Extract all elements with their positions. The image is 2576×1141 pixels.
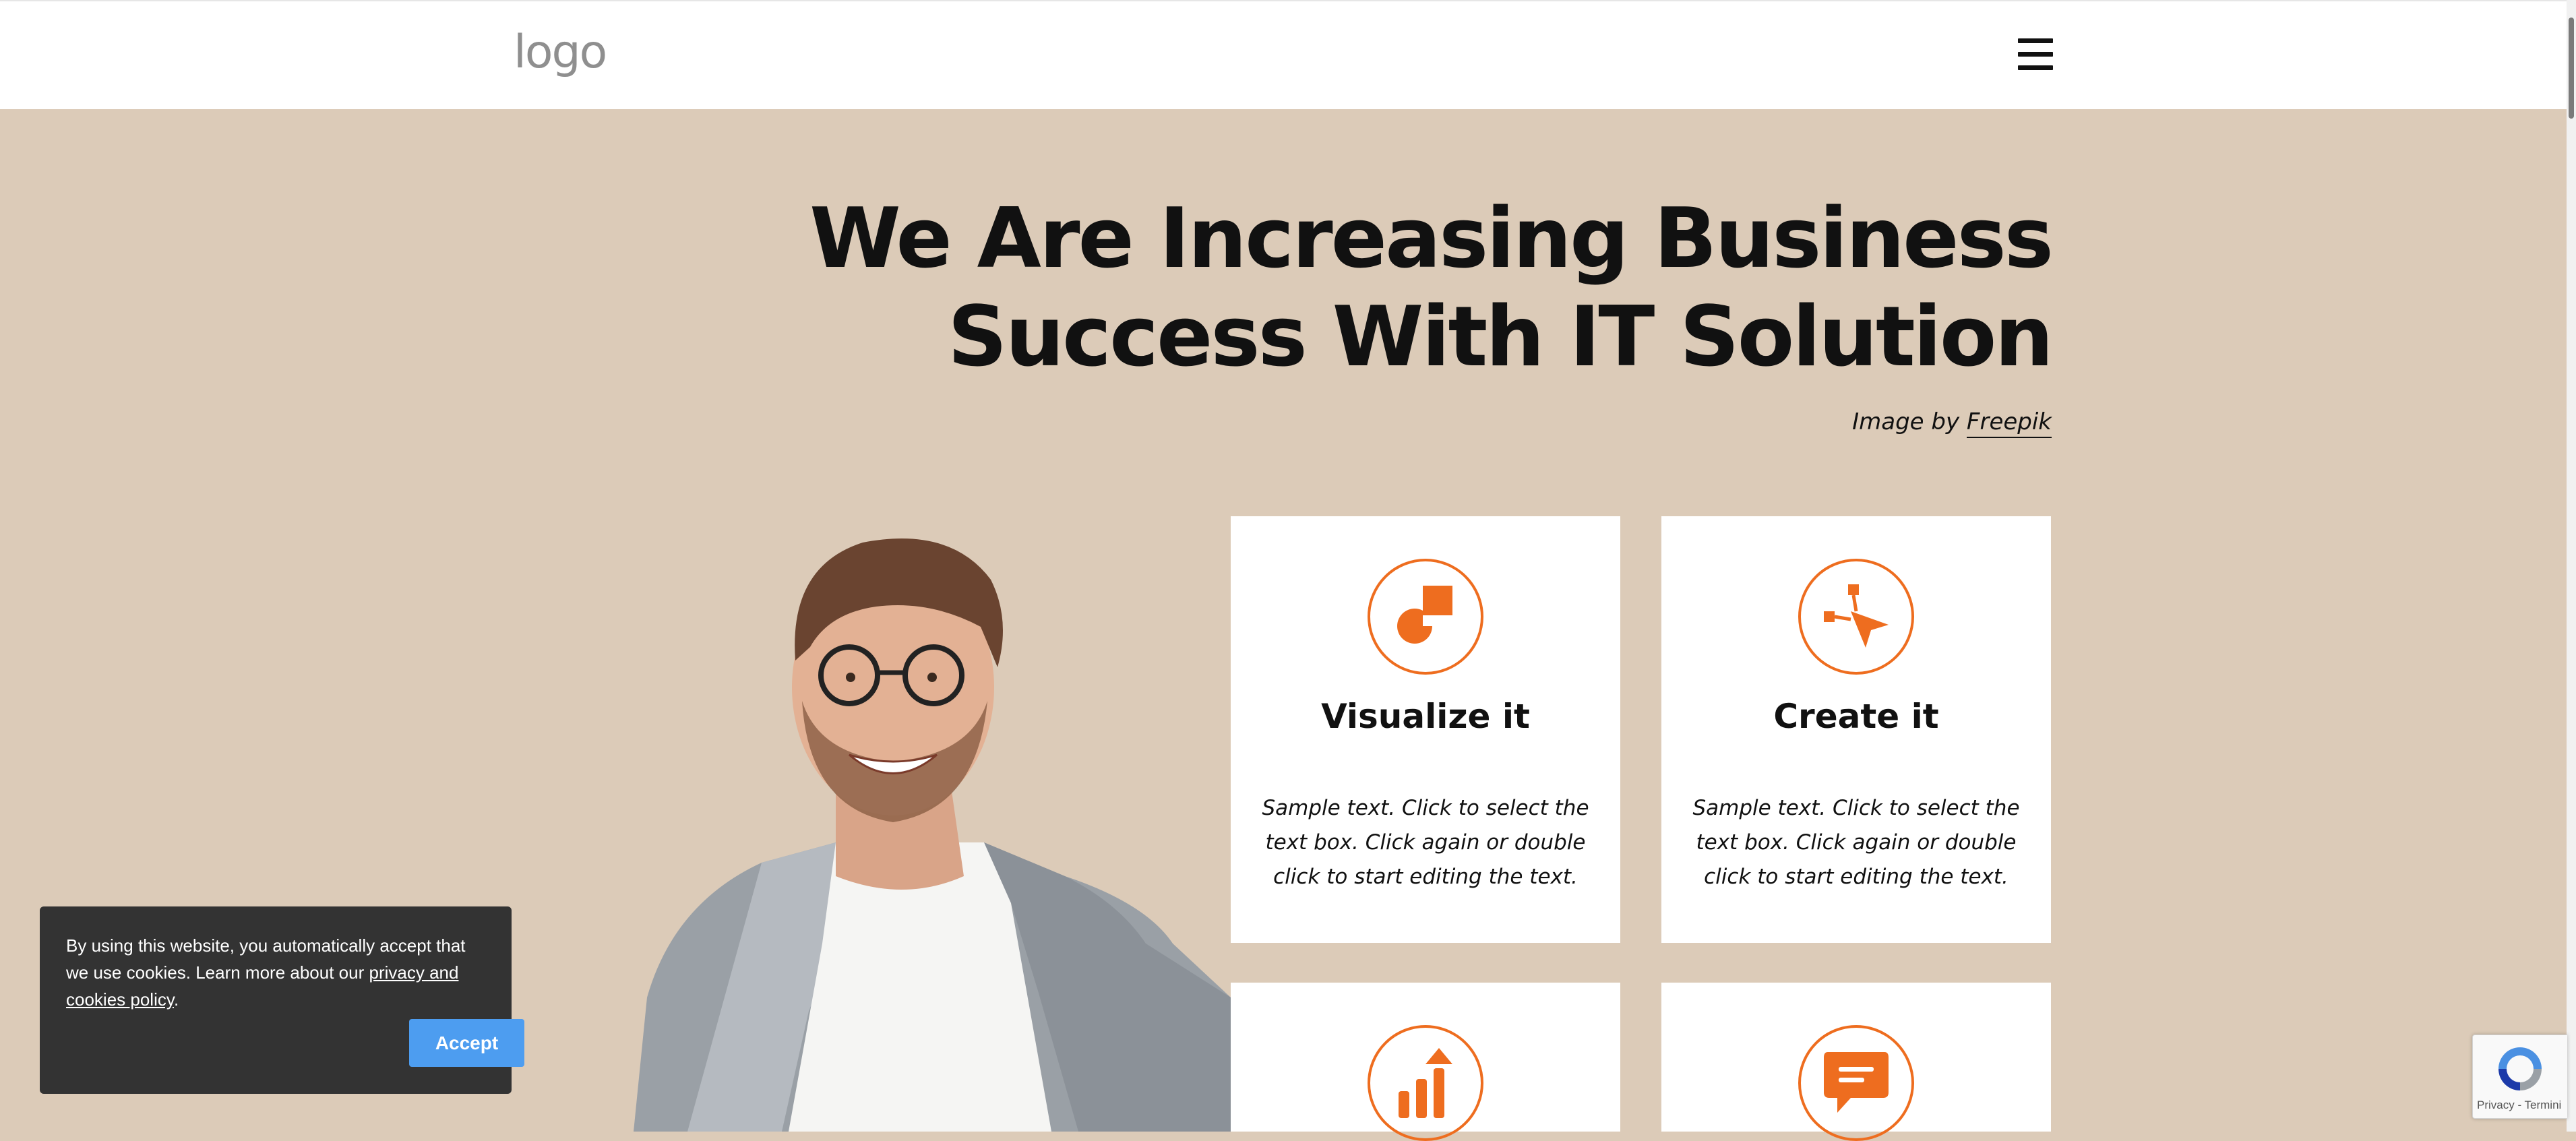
card-title: Visualize it	[1321, 697, 1530, 736]
vector-pointer-icon	[1798, 559, 1914, 675]
hero-title-line2: Success With IT Solution	[948, 289, 2054, 386]
shapes-icon	[1368, 559, 1483, 675]
accept-cookies-button[interactable]: Accept	[409, 1019, 524, 1067]
smiling-man-photo	[634, 538, 1231, 1132]
recaptcha-footer-text[interactable]: Privacy - Termini	[2477, 1099, 2561, 1112]
cookie-consent-banner: By using this website, you automatically…	[40, 906, 524, 1094]
hamburger-menu-icon[interactable]	[2018, 38, 2053, 71]
hero-title-line1: We Are Increasing Business	[809, 191, 2054, 287]
card-title: Create it	[1773, 697, 1939, 736]
site-header: logo	[0, 0, 2567, 109]
recaptcha-logo-icon	[2498, 1047, 2542, 1090]
service-card-chat	[1661, 983, 2051, 1141]
card-text: Sample text. Click to select the text bo…	[1262, 796, 1589, 889]
image-credit: Image by Freepik	[1852, 408, 2052, 438]
bar-chart-growth-icon	[1368, 1025, 1483, 1141]
card-text: Sample text. Click to select the text bo…	[1692, 796, 2020, 889]
service-card-create: Create it Sample text. Click to select t…	[1661, 516, 2051, 943]
page-scrollbar[interactable]	[2567, 0, 2576, 1132]
hero-title: We Are Increasing Business Success With I…	[809, 190, 2054, 387]
cookie-message: By using this website, you automatically…	[66, 932, 491, 1013]
site-logo[interactable]: logo	[514, 26, 607, 79]
service-card-visualize: Visualize it Sample text. Click to selec…	[1231, 516, 1620, 943]
service-card-growth	[1231, 983, 1620, 1141]
recaptcha-badge[interactable]: Privacy - Termini	[2472, 1035, 2567, 1119]
cookie-message-end: .	[173, 989, 179, 1010]
freepik-link[interactable]: Freepik	[1966, 408, 2052, 438]
scrollbar-thumb[interactable]	[2569, 18, 2574, 119]
image-credit-prefix: Image by	[1852, 408, 1967, 435]
chat-bubble-icon	[1798, 1025, 1914, 1141]
